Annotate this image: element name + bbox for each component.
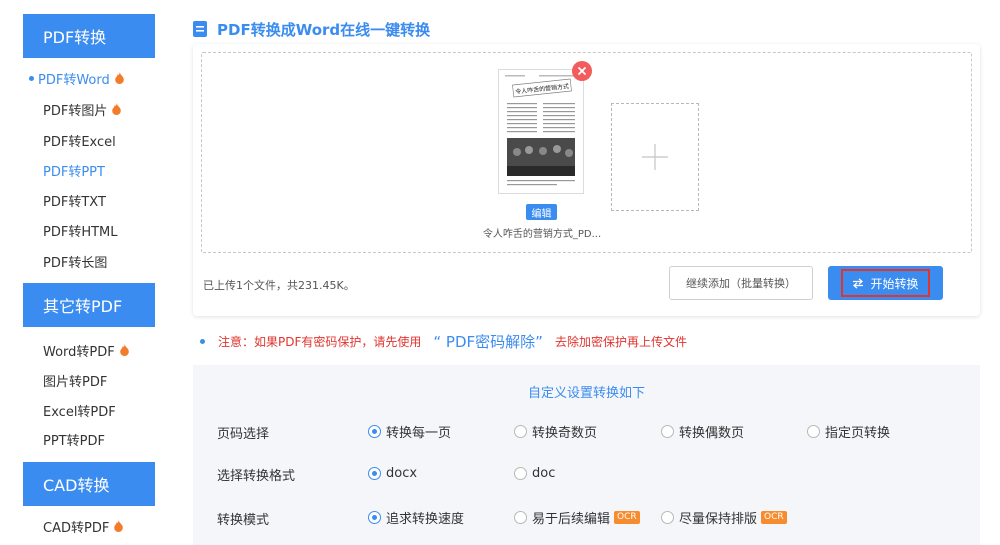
option-label: 转换偶数页 <box>679 425 745 441</box>
sidebar-heading-pdf-convert[interactable]: PDF转换 <box>23 14 155 58</box>
start-convert-highlight: 开始转换 <box>841 269 930 297</box>
sidebar-item-label: PDF转图片 <box>43 103 108 119</box>
sidebar-heading-other-to-pdf[interactable]: 其它转PDF <box>23 283 155 327</box>
sidebar-item-excel-to-pdf[interactable]: Excel转PDF <box>43 400 116 420</box>
sidebar-item-label: PDF转Word <box>38 72 110 88</box>
fire-icon <box>112 103 122 115</box>
option-label: 转换每一页 <box>386 425 452 441</box>
edit-file-button[interactable]: 编辑 <box>526 204 557 220</box>
mode-select-label: 转换模式 <box>217 513 270 528</box>
radio-checked <box>368 466 381 480</box>
option-even-pages[interactable]: 转换偶数页 <box>661 422 745 441</box>
sidebar-item-cad-to-pdf[interactable]: CAD转PDF <box>43 516 124 536</box>
add-file-button[interactable] <box>611 103 699 211</box>
remove-file-button[interactable] <box>572 61 592 81</box>
fire-icon <box>119 344 129 356</box>
document-icon <box>193 21 207 37</box>
notice-prefix: 注意：如果PDF有密码保护，请先使用 <box>218 334 422 349</box>
sidebar-item-pdf-to-html[interactable]: PDF转HTML <box>43 220 118 240</box>
option-specified-pages[interactable]: 指定页转换 <box>807 422 891 441</box>
radio-unchecked <box>661 510 674 524</box>
start-convert-button[interactable]: 开始转换 <box>828 266 943 300</box>
sidebar-item-pdf-to-image[interactable]: PDF转图片 <box>43 99 122 119</box>
sidebar-item-label: CAD转PDF <box>43 520 110 536</box>
radio-checked <box>368 510 381 524</box>
swap-icon <box>853 277 864 289</box>
fire-icon <box>114 72 124 84</box>
sidebar-item-label: Excel转PDF <box>43 404 116 420</box>
sidebar-item-label: PDF转长图 <box>43 255 108 271</box>
option-label: 尽量保持排版 <box>679 511 758 527</box>
option-docx[interactable]: docx <box>368 464 417 482</box>
option-odd-pages[interactable]: 转换奇数页 <box>514 422 598 441</box>
sidebar-item-label: 图片转PDF <box>43 374 108 390</box>
password-notice: 注意：如果PDF有密码保护，请先使用 “ PDF密码解除” 去除加密保护再上传文… <box>200 331 687 351</box>
sidebar-item-label: PPT转PDF <box>43 433 105 449</box>
add-more-button[interactable]: 继续添加（批量转换） <box>669 266 813 300</box>
radio-unchecked <box>661 424 674 438</box>
sidebar-item-pdf-to-txt[interactable]: PDF转TXT <box>43 190 106 210</box>
option-editable-ocr[interactable]: 易于后续编辑 OCR <box>514 508 640 527</box>
notice-dot <box>200 338 205 344</box>
notice-suffix: 去除加密保护再上传文件 <box>554 334 687 349</box>
sidebar-item-word-to-pdf[interactable]: Word转PDF <box>43 340 130 360</box>
option-label: 转换奇数页 <box>532 425 598 441</box>
page-title: PDF转换成Word在线一键转换 <box>217 20 431 39</box>
radio-unchecked <box>514 466 527 480</box>
sidebar-item-label: Word转PDF <box>43 344 115 360</box>
option-keep-layout-ocr[interactable]: 尽量保持排版 OCR <box>661 508 787 527</box>
sidebar-item-pdf-to-excel[interactable]: PDF转Excel <box>43 130 116 150</box>
option-label: docx <box>386 465 418 481</box>
drop-zone[interactable]: 令人咋舌的营销方式 编辑 令人咋舌的营销方式_PD... <box>201 52 972 253</box>
ocr-badge: OCR <box>614 510 640 524</box>
option-label: 追求转换速度 <box>386 511 465 527</box>
close-icon <box>578 67 586 75</box>
radio-unchecked <box>514 424 527 438</box>
sidebar-heading-cad-convert[interactable]: CAD转换 <box>23 462 155 506</box>
sidebar-item-label: PDF转PPT <box>43 164 105 180</box>
sidebar-item-label: PDF转HTML <box>43 224 118 240</box>
file-name: 令人咋舌的营销方式_PD... <box>482 229 602 240</box>
option-doc[interactable]: doc <box>514 464 555 482</box>
radio-unchecked <box>514 510 527 524</box>
upload-summary: 已上传1个文件，共231.45K。 <box>203 279 355 292</box>
plus-icon <box>642 144 668 170</box>
ocr-badge: OCR <box>761 510 787 524</box>
option-label: 易于后续编辑 <box>532 511 611 527</box>
sidebar-item-label: PDF转TXT <box>43 194 106 210</box>
upload-panel: 令人咋舌的营销方式 编辑 令人咋舌的营销方式_PD... 已上传1个文件，共23… <box>193 44 980 316</box>
settings-title: 自定义设置转换如下 <box>527 386 645 401</box>
sidebar-item-image-to-pdf[interactable]: 图片转PDF <box>43 370 107 390</box>
pdf-page-preview: 令人咋舌的营销方式 <box>505 75 577 186</box>
radio-checked <box>368 424 381 438</box>
pdf-unlock-link[interactable]: “ PDF密码解除” <box>433 331 543 352</box>
fire-icon <box>114 520 124 532</box>
page-title-row: PDF转换成Word在线一键转换 <box>193 18 430 40</box>
file-thumbnail[interactable]: 令人咋舌的营销方式 <box>498 69 584 194</box>
sidebar-item-pdf-to-long-image[interactable]: PDF转长图 <box>43 251 107 271</box>
radio-unchecked <box>807 424 820 438</box>
sidebar-item-pdf-to-ppt[interactable]: PDF转PPT <box>43 160 105 180</box>
start-convert-label: 开始转换 <box>870 276 919 291</box>
active-dot <box>29 75 34 81</box>
sidebar-item-pdf-to-word[interactable]: PDF转Word <box>29 68 125 88</box>
sidebar-item-ppt-to-pdf[interactable]: PPT转PDF <box>43 429 105 449</box>
settings-panel: 自定义设置转换如下 页码选择 转换每一页 转换奇数页 转换偶数页 指定页转换 选… <box>193 365 980 545</box>
sidebar-item-label: PDF转Excel <box>43 134 116 150</box>
format-select-label: 选择转换格式 <box>217 469 296 484</box>
option-speed[interactable]: 追求转换速度 <box>368 508 465 527</box>
page-select-label: 页码选择 <box>217 427 270 442</box>
option-label: 指定页转换 <box>825 425 891 441</box>
option-all-pages[interactable]: 转换每一页 <box>368 422 452 441</box>
option-label: doc <box>532 465 556 481</box>
sidebar: PDF转换 PDF转Word PDF转图片 PDF转Excel PDF转PPT … <box>23 0 157 545</box>
